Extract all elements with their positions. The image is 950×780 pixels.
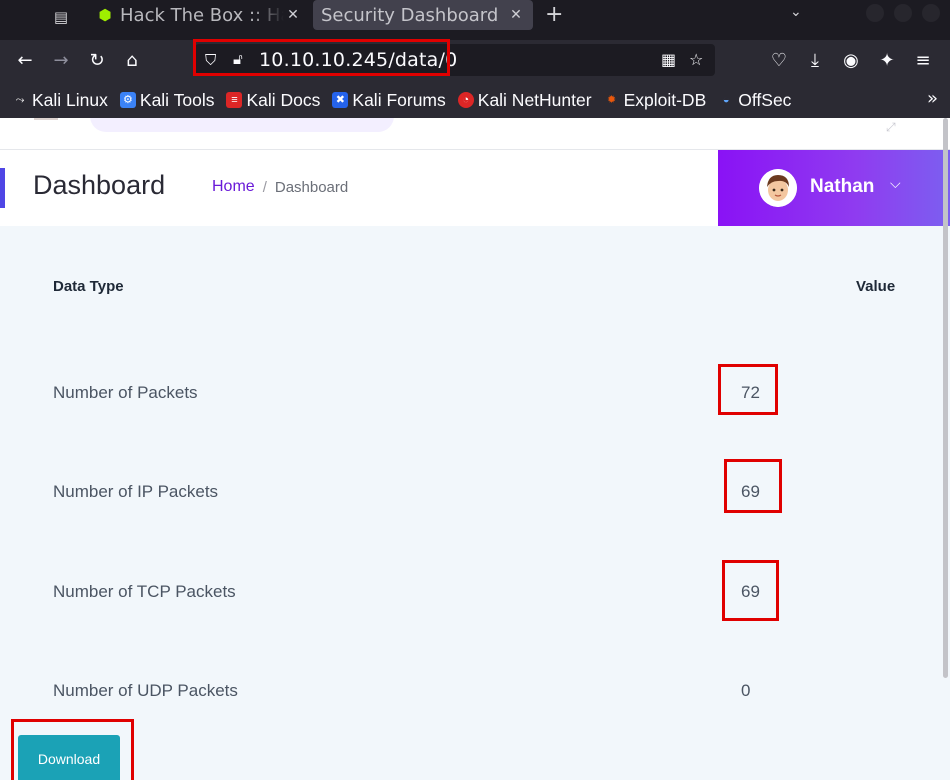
- pocket-icon[interactable]: ♡: [766, 48, 792, 74]
- back-icon[interactable]: ←: [12, 48, 38, 74]
- qr-code-icon[interactable]: ▦: [661, 50, 676, 69]
- header-accent-bar: [0, 168, 5, 208]
- reload-icon[interactable]: ↻: [84, 48, 110, 74]
- firefox-view-icon[interactable]: ▤: [50, 6, 72, 28]
- tab-title: Security Dashboard: [321, 4, 499, 26]
- exploitdb-icon: ✹: [606, 94, 617, 106]
- bookmark-label: Kali Linux: [32, 89, 108, 110]
- tab-security-dashboard[interactable]: Security Dashboard ✕: [313, 0, 533, 30]
- bookmark-label: Exploit-DB: [623, 89, 707, 110]
- top-navbar: ⤢: [0, 118, 950, 150]
- bookmark-kali-forums[interactable]: ✖ Kali Forums: [332, 89, 446, 111]
- hamburger-icon[interactable]: [34, 118, 58, 120]
- row-label-tcp-packets: Number of TCP Packets: [53, 582, 236, 601]
- tcp-packets-annotation-box: [722, 560, 779, 621]
- bookmark-kali-docs[interactable]: ≡ Kali Docs: [226, 90, 320, 111]
- url-annotation-box: [193, 39, 450, 76]
- more-bookmarks-chevron-icon[interactable]: »: [927, 88, 938, 109]
- close-tab-icon[interactable]: ✕: [507, 7, 525, 23]
- breadcrumb-separator: /: [262, 178, 267, 196]
- kali-dragon-icon: ⤳: [15, 94, 25, 106]
- kali-forums-icon: ✖: [332, 92, 349, 108]
- ip-packets-annotation-box: [724, 459, 782, 513]
- column-header-data-type: Data Type: [53, 278, 124, 295]
- navigation-toolbar: ← → ↻ ⌂ ⛉ 🔓︎ 10.10.10.245/data/0 ▦ ☆ ♡ ⤓…: [0, 40, 950, 82]
- htb-cube-icon: ⬢: [98, 6, 112, 24]
- page-viewport: ⤢ Dashboard Home / Dashboard Nathan ⌵ Da…: [0, 118, 950, 780]
- search-pill[interactable]: [90, 118, 394, 132]
- bookmark-offsec[interactable]: ◒ OffSec: [718, 89, 792, 111]
- scrollbar[interactable]: [943, 118, 948, 678]
- fullscreen-icon[interactable]: ⤢: [886, 120, 896, 135]
- bookmarks-toolbar: ⤳ Kali Linux ⚙ Kali Tools ≡ Kali Docs ✖ …: [0, 82, 950, 118]
- bookmark-kali-nethunter[interactable]: ◔ Kali NetHunter: [457, 89, 592, 111]
- forward-icon[interactable]: →: [48, 48, 74, 74]
- bookmark-exploit-db[interactable]: ✹ Exploit-DB: [604, 89, 707, 111]
- extensions-icon[interactable]: ✦: [874, 48, 900, 74]
- bookmark-label: Kali NetHunter: [477, 89, 592, 110]
- account-icon[interactable]: ◉: [838, 48, 864, 74]
- user-menu[interactable]: Nathan ⌵: [718, 150, 950, 226]
- row-label-udp-packets: Number of UDP Packets: [53, 681, 238, 700]
- new-tab-button[interactable]: +: [545, 2, 563, 27]
- kali-tools-icon: ⚙: [119, 92, 136, 108]
- nethunter-icon: ◔: [457, 92, 474, 108]
- chevron-down-icon[interactable]: ⌵: [890, 176, 901, 192]
- avatar-face-icon: [759, 169, 797, 207]
- bookmark-kali-tools[interactable]: ⚙ Kali Tools: [119, 89, 215, 111]
- page-title: Dashboard: [33, 170, 166, 200]
- column-header-value: Value: [856, 278, 896, 295]
- bookmark-star-icon[interactable]: ☆: [689, 50, 703, 69]
- offsec-icon: ◒: [722, 94, 730, 106]
- packets-annotation-box: [718, 364, 778, 415]
- bookmark-label: Kali Docs: [246, 89, 321, 110]
- avatar: [759, 169, 797, 207]
- bookmark-label: Kali Forums: [352, 89, 446, 110]
- close-window-button[interactable]: [922, 4, 940, 22]
- list-all-tabs-icon[interactable]: ⌄: [790, 4, 802, 20]
- breadcrumb-home-link[interactable]: Home: [212, 178, 255, 196]
- kali-docs-icon: ≡: [226, 92, 243, 108]
- page-header: Dashboard Home / Dashboard Nathan ⌵: [0, 150, 950, 226]
- user-name: Nathan: [810, 176, 875, 197]
- menu-icon[interactable]: ≡: [910, 48, 936, 74]
- download-annotation-box: [11, 719, 134, 780]
- minimize-window-button[interactable]: [866, 4, 884, 22]
- breadcrumb-current: Dashboard: [274, 178, 349, 196]
- bookmark-label: Kali Tools: [139, 89, 215, 110]
- tab-hack-the-box[interactable]: ⬢ Hack The Box :: Hack The Box ✕: [86, 0, 310, 30]
- row-label-ip-packets: Number of IP Packets: [53, 482, 219, 501]
- bookmark-label: OffSec: [738, 89, 792, 110]
- tab-bar: ▤ ⬢ Hack The Box :: Hack The Box ✕ Secur…: [0, 0, 950, 40]
- close-tab-icon[interactable]: ✕: [284, 7, 302, 23]
- maximize-window-button[interactable]: [894, 4, 912, 22]
- bookmark-kali-linux[interactable]: ⤳ Kali Linux: [12, 90, 108, 111]
- home-icon[interactable]: ⌂: [119, 48, 145, 74]
- row-label-packets: Number of Packets: [53, 383, 198, 402]
- row-value-udp-packets: 0: [741, 681, 751, 700]
- tab-title: Hack The Box :: Hack The Box: [120, 4, 284, 26]
- breadcrumb: Home / Dashboard: [212, 178, 348, 196]
- downloads-icon[interactable]: ⤓: [802, 48, 828, 74]
